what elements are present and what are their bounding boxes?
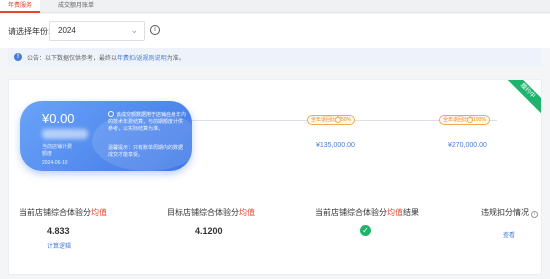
metric-value: 4.1200 (195, 226, 223, 236)
metric-value: 4.833 (47, 226, 70, 236)
card-note: 该成交额数据用于店铺自身年内的技术年费结算，与前期额度计供参考，以实际结算为准。 (108, 111, 186, 133)
info-icon: ! (14, 53, 22, 61)
metric-label-main: 违规扣分情况 (481, 208, 529, 217)
tab-monthly-bill[interactable]: 成交额月账单 (46, 0, 106, 13)
metric-label: 目标店铺综合体验分均值 (167, 207, 255, 218)
metric-current-score: 当前店铺综合体验分均值 4.833 计算逻辑 (19, 207, 107, 250)
card-amount: ¥0.00 (42, 111, 75, 126)
check-icon: ✓ (360, 225, 371, 236)
card-subtitle-line1: 当前店铺计费 (42, 144, 73, 150)
info-icon[interactable]: i (531, 211, 538, 218)
tab-bar: 年费服务 成交额月账单 (0, 0, 550, 13)
view-violation-link[interactable]: 查看 (481, 230, 538, 239)
notice-rules-link[interactable]: 年费扣/返规则说明 (117, 56, 167, 62)
metric-label-highlight: 均值 (239, 208, 255, 217)
year-filter-label: 请选择年份: (8, 27, 51, 36)
metric-label-main: 目标店铺综合体验分 (167, 208, 239, 217)
metric-label-tail: 结果 (403, 208, 419, 217)
balance-card: ¥0.00 当前店铺计费 额度 2024-06-10 该成交额数据用于店铺自身年内… (20, 101, 192, 171)
year-select[interactable]: 2024 ⌄ (49, 21, 145, 41)
filter-row: 请选择年份: 2024 ⌄ i (0, 14, 550, 48)
calc-logic-link[interactable]: 计算逻辑 (19, 241, 107, 250)
card-date: 2024-06-10 (42, 160, 68, 166)
tab-annual-fee[interactable]: 年费服务 (0, 0, 40, 13)
metric-label: 当前店铺综合体验分均值 (19, 207, 107, 218)
milestone-amount-50: ¥135,000.00 (316, 142, 355, 149)
metric-label-main: 当前店铺综合体验分 (315, 208, 387, 217)
status-ribbon-label: 履约中 (503, 80, 541, 116)
notice-text: 公告：以下数据仅供参考，最终以年费扣/返规则说明为准。 (27, 53, 185, 62)
info-icon[interactable]: i (150, 25, 160, 35)
milestone-dot-50 (335, 117, 341, 123)
metric-label-highlight: 均值 (387, 208, 403, 217)
status-ribbon: 履约中 (501, 80, 541, 120)
metric-score-result: 当前店铺综合体验分均值结果 ✓ (315, 207, 419, 236)
metric-label: 违规扣分情况 i (481, 207, 538, 218)
metric-label-main: 当前店铺综合体验分 (19, 208, 91, 217)
milestone-tag-50: 全年退回比例50% (307, 115, 356, 125)
metric-violation: 违规扣分情况 i 查看 (481, 207, 538, 239)
metric-label: 当前店铺综合体验分均值结果 (315, 207, 419, 218)
chevron-down-icon: ⌄ (130, 25, 138, 35)
year-select-value: 2024 (58, 26, 76, 35)
card-subtitle-line2: 额度 (42, 151, 53, 157)
milestone-amount-100: ¥270,000.00 (448, 142, 487, 149)
info-icon (108, 111, 114, 117)
card-blurred-value (42, 129, 88, 139)
milestone-dot-100 (467, 117, 473, 123)
card-note-text: 该成交额数据用于店铺自身年内的技术年费结算，与前期额度计供参考，以实际结算为准。 (108, 112, 187, 132)
milestone-tag-100: 全年退回比例100% (439, 115, 490, 125)
notice-prefix: 公告：以下数据仅供参考，最终以 (27, 56, 118, 62)
notice-bar: ! 公告：以下数据仅供参考，最终以年费扣/返规则说明为准。 (8, 48, 542, 66)
notice-suffix: 为准。 (166, 56, 185, 62)
card-subtitle: 当前店铺计费 额度 (42, 144, 72, 158)
metric-label-highlight: 均值 (91, 208, 107, 217)
metric-target-score: 目标店铺综合体验分均值 4.1200 (167, 207, 255, 236)
card-tip: 温馨提示：只有账单周期内的数据成交才能享受。 (108, 145, 184, 158)
